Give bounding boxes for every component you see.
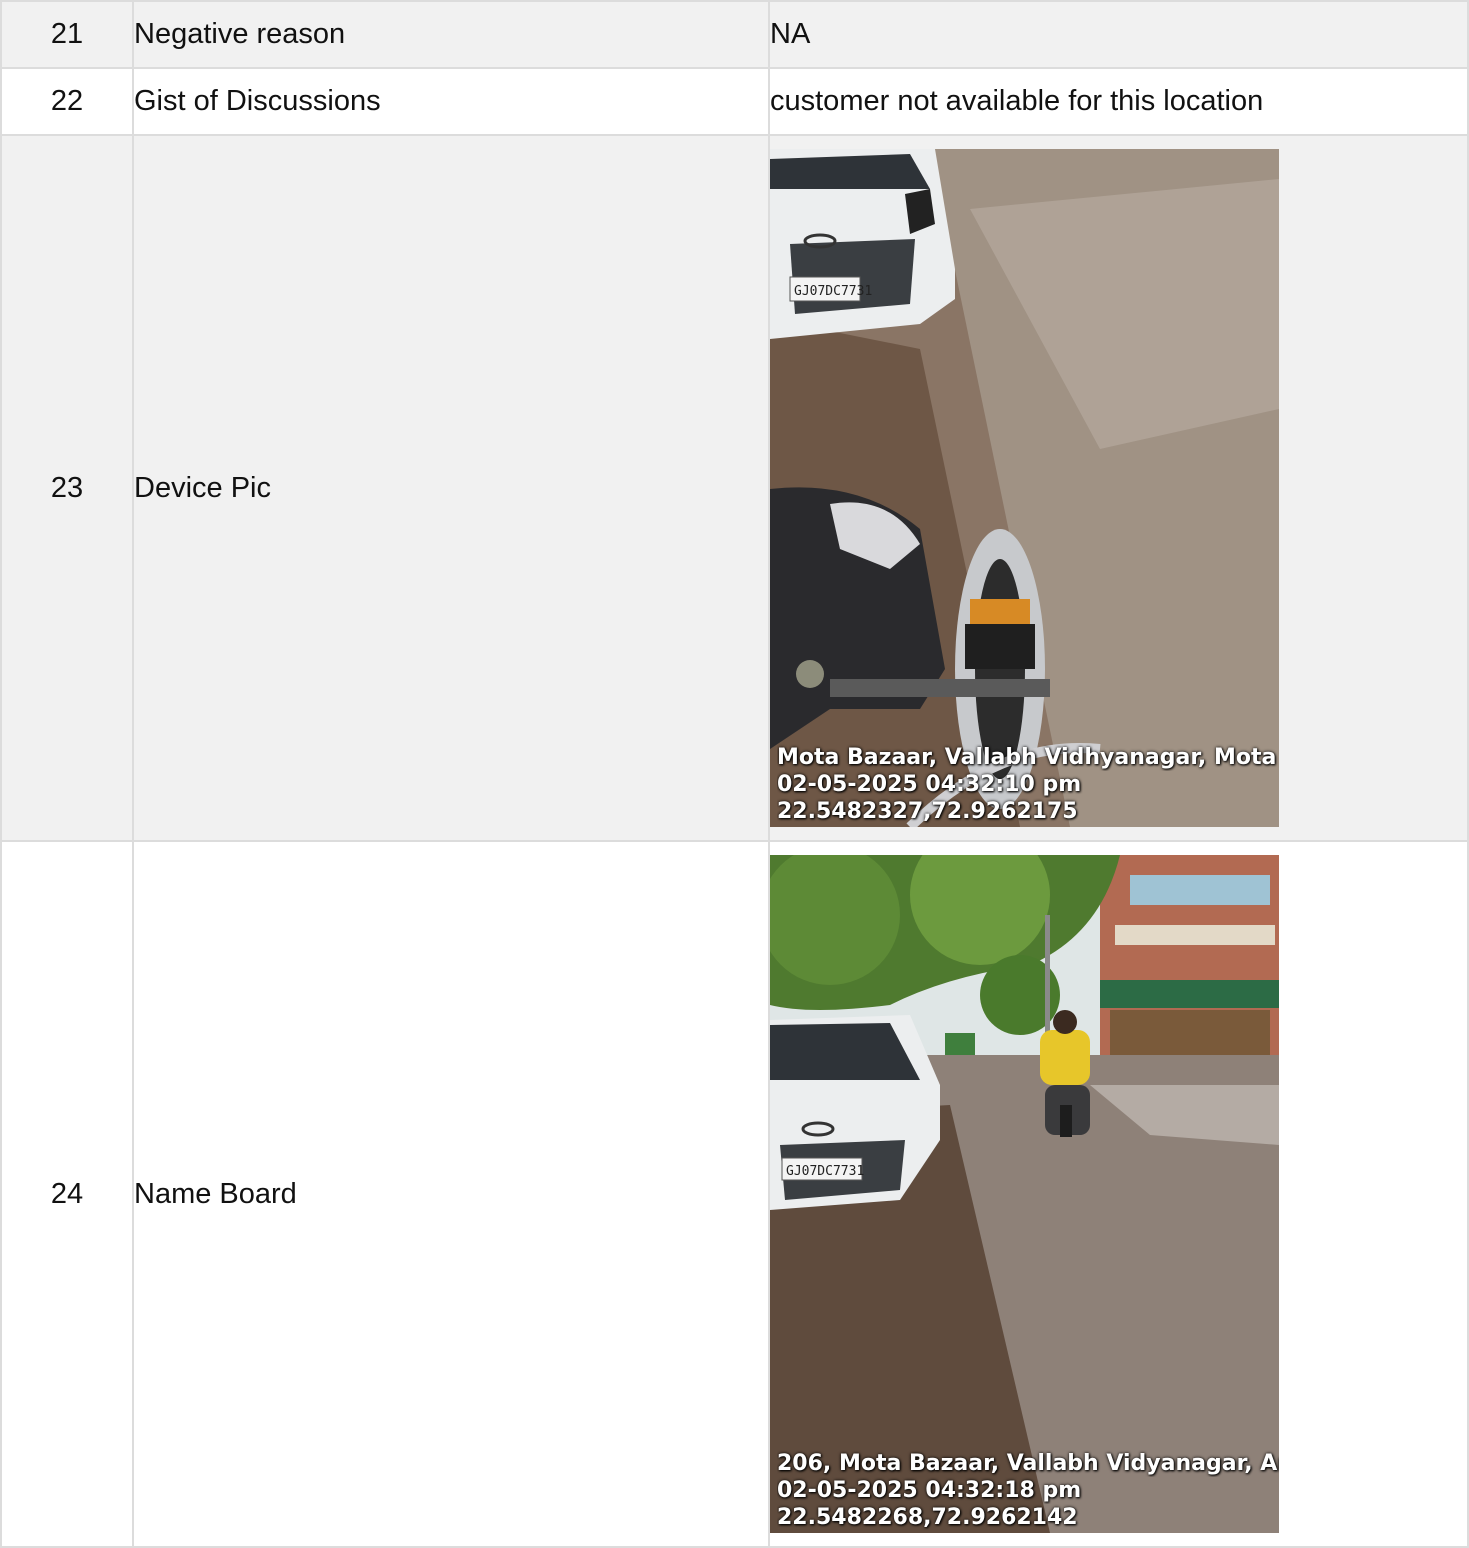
field-value: GJ07DC7731 206, Mota Bazaar, Vallabh Vid… bbox=[768, 840, 1469, 1548]
photo-geotag-stamp: 206, Mota Bazaar, Vallabh Vidyanagar, An… bbox=[777, 1450, 1279, 1531]
row-number: 21 bbox=[0, 0, 134, 69]
stamp-datetime: 02-05-2025 04:32:18 pm bbox=[777, 1478, 1082, 1503]
name-board-photo[interactable]: GJ07DC7731 206, Mota Bazaar, Vallabh Vid… bbox=[770, 855, 1279, 1533]
field-value: NA bbox=[768, 0, 1469, 69]
device-photo-image: GJ07DC7731 bbox=[770, 149, 1279, 827]
stamp-location: Mota Bazaar, Vallabh Vidhyanagar, Mota B… bbox=[777, 745, 1279, 770]
field-label: Gist of Discussions bbox=[132, 67, 770, 136]
field-label: Name Board bbox=[132, 840, 770, 1548]
stamp-coordinates: 22.5482268,72.9262142 bbox=[777, 1505, 1078, 1530]
table-row: 23 Device Pic GJ07DC7731 Mota Bazaar, Va… bbox=[0, 134, 1469, 842]
row-number: 22 bbox=[0, 67, 134, 136]
field-value: GJ07DC7731 Mota Bazaar, Vallabh Vidhyana bbox=[768, 134, 1469, 842]
stamp-location: 206, Mota Bazaar, Vallabh Vidyanagar, An… bbox=[777, 1451, 1279, 1476]
row-number: 24 bbox=[0, 840, 134, 1548]
stamp-coordinates: 22.5482327,72.9262175 bbox=[777, 799, 1078, 824]
photo-geotag-stamp: Mota Bazaar, Vallabh Vidhyanagar, Mota B… bbox=[777, 744, 1279, 825]
table-row: 22 Gist of Discussions customer not avai… bbox=[0, 67, 1469, 136]
field-label: Negative reason bbox=[132, 0, 770, 69]
stamp-datetime: 02-05-2025 04:32:10 pm bbox=[777, 772, 1082, 797]
field-value: customer not available for this location bbox=[768, 67, 1469, 136]
field-label: Device Pic bbox=[132, 134, 770, 842]
name-board-photo-image: GJ07DC7731 bbox=[770, 855, 1279, 1533]
table-row: 24 Name Board GJ07DC7731 206, Mota Bazaa… bbox=[0, 840, 1469, 1548]
svg-text:GJ07DC7731: GJ07DC7731 bbox=[794, 284, 872, 299]
row-number: 23 bbox=[0, 134, 134, 842]
device-photo[interactable]: GJ07DC7731 Mota Bazaar, Vallabh Vidhyana bbox=[770, 149, 1279, 827]
details-table: 21 Negative reason NA 22 Gist of Discuss… bbox=[0, 0, 1469, 1548]
table-row: 21 Negative reason NA bbox=[0, 0, 1469, 69]
svg-text:GJ07DC7731: GJ07DC7731 bbox=[786, 1164, 864, 1179]
